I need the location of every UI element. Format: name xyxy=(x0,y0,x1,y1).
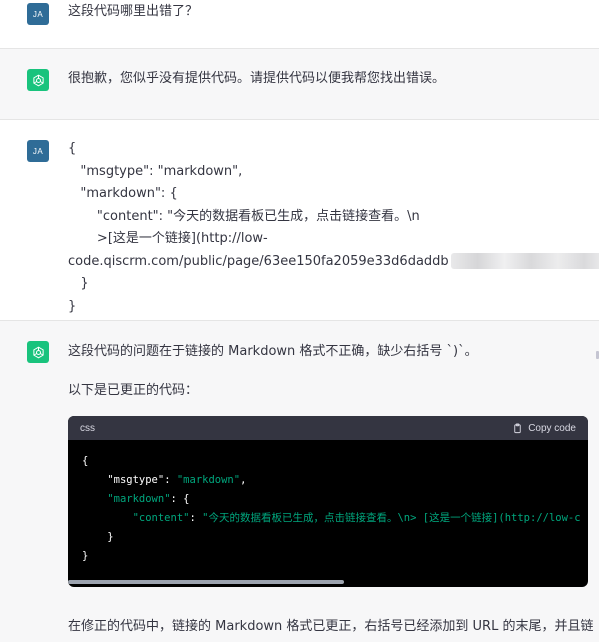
code-block: css Copy code { "msgtype": "markdown", "… xyxy=(68,416,588,587)
message-text: 这段代码哪里出错了？ xyxy=(68,4,199,19)
user-message-1: JA 这段代码哪里出错了？ xyxy=(0,0,599,48)
code-content: { "msgtype": "markdown", "markdown": { "… xyxy=(82,455,581,562)
message-text: 很抱歉，您似乎没有提供代码。请提供代码以便我帮您找出错误。 xyxy=(68,71,446,86)
chatgpt-logo-icon xyxy=(27,69,49,91)
user-message-2: JA { "msgtype": "markdown", "markdown": … xyxy=(0,120,599,320)
horizontal-scrollbar[interactable] xyxy=(68,580,344,584)
code-line-with-url: code.qiscrm.com/public/page/63ee150fa205… xyxy=(68,251,599,274)
clipboard-icon xyxy=(514,422,521,433)
user-code-text: { "msgtype": "markdown", "markdown": { "… xyxy=(68,138,599,318)
code-line: "content": "今天的数据看板已生成，点击链接查看。\n xyxy=(68,208,420,224)
copy-code-label: Copy code xyxy=(528,422,576,434)
copy-code-button[interactable]: Copy code xyxy=(512,423,576,434)
code-language-label: css xyxy=(80,422,95,434)
message-text: 在修正的代码中，链接的 Markdown 格式已更正，右括号已经添加到 URL … xyxy=(68,619,594,634)
blurred-redaction xyxy=(450,253,599,269)
user-avatar: JA xyxy=(27,140,49,162)
code-line: { xyxy=(68,141,77,156)
code-line: } xyxy=(68,276,89,291)
code-line: "markdown": { xyxy=(68,186,178,201)
code-line: "msgtype": "markdown", xyxy=(68,163,243,179)
message-text: 这段代码的问题在于链接的 Markdown 格式不正确，缺少右括号 `)`。 xyxy=(68,344,478,359)
user-avatar: JA xyxy=(27,3,49,25)
chatgpt-logo-icon xyxy=(27,341,49,363)
assistant-message-1: 很抱歉，您似乎没有提供代码。请提供代码以便我帮您找出错误。 xyxy=(0,49,599,119)
code-line: } xyxy=(68,298,77,314)
code-line: >[这是一个链接](http://low- xyxy=(68,231,268,246)
message-text: 以下是已更正的代码： xyxy=(68,383,199,398)
code-block-header: css Copy code xyxy=(68,416,588,440)
